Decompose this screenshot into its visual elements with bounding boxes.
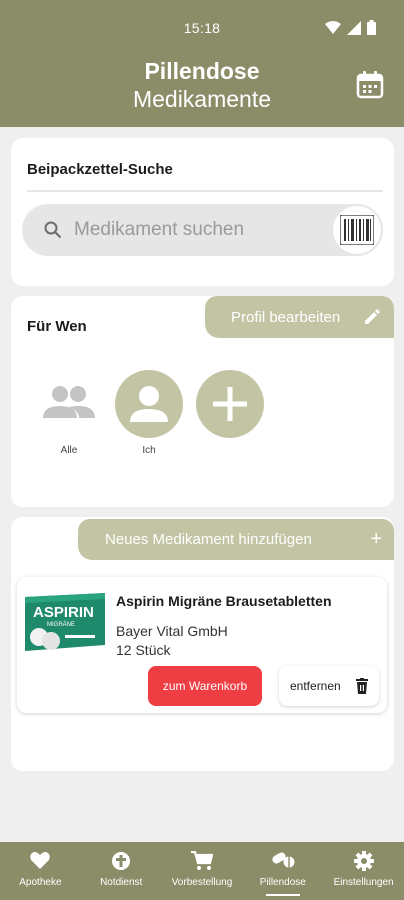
nav-label-apotheke: Apotheke	[19, 877, 62, 888]
calendar-button[interactable]	[355, 70, 385, 100]
nav-label-vorbestellung: Vorbestellung	[171, 877, 233, 888]
header-titles: Pillendose Medikamente	[0, 57, 404, 113]
nav-item-vorbestellung[interactable]: Vorbestellung	[162, 842, 243, 900]
nav-label-notdienst: Notdienst	[100, 877, 143, 888]
profile-label-all: Alle	[60, 445, 78, 456]
search-section-title: Beipackzettel-Suche	[27, 161, 173, 178]
profile-all[interactable]	[35, 370, 103, 438]
profile-me[interactable]	[115, 370, 183, 438]
medication-quantity: 12 Stück	[116, 642, 171, 658]
nav-item-einstellungen[interactable]: Einstellungen	[323, 842, 404, 900]
medication-image-brand: ASPIRIN	[33, 604, 94, 621]
pills-icon	[272, 852, 295, 868]
battery-icon	[367, 20, 376, 35]
search-input[interactable]	[74, 217, 294, 243]
app-header: 15:18 Pillendose Medikamente	[0, 0, 404, 127]
page-title: Pillendose	[144, 58, 260, 84]
cart-icon	[190, 851, 213, 870]
remove-label: entfernen	[290, 679, 341, 693]
nav-item-notdienst[interactable]: Notdienst	[81, 842, 162, 900]
emergency-icon	[112, 852, 131, 870]
remove-button[interactable]: entfernen	[279, 666, 379, 706]
add-to-cart-button[interactable]: zum Warenkorb	[148, 666, 262, 706]
barcode-scan-button[interactable]	[333, 206, 381, 254]
add-profile-button[interactable]	[196, 370, 264, 438]
person-icon	[130, 386, 168, 422]
search-card: Beipackzettel-Suche	[11, 138, 394, 286]
add-medication-button[interactable]: Neues Medikament hinzufügen +	[78, 519, 394, 560]
divider	[27, 190, 383, 192]
status-icons	[325, 20, 376, 35]
search-bar[interactable]	[22, 204, 383, 256]
medication-image: ASPIRIN MIGRÄNE	[25, 593, 105, 651]
plus-icon	[213, 387, 247, 421]
nav-item-apotheke[interactable]: Apotheke	[0, 842, 81, 900]
medication-name: Aspirin Migräne Brausetabletten	[116, 593, 332, 609]
heart-icon	[30, 852, 51, 869]
bottom-navigation: Apotheke Notdienst Vorbestellung Pillend…	[0, 842, 404, 900]
group-icon	[43, 386, 95, 418]
nav-label-pillendose: Pillendose	[259, 877, 306, 888]
edit-profile-label: Profil bearbeiten	[231, 308, 341, 326]
barcode-icon	[340, 215, 374, 245]
page-subtitle: Medikamente	[132, 86, 272, 112]
medication-item[interactable]: ASPIRIN MIGRÄNE Aspirin Migräne Brauseta…	[17, 577, 387, 713]
gear-icon	[353, 851, 374, 871]
nav-label-einstellungen: Einstellungen	[333, 877, 394, 888]
search-icon	[44, 221, 62, 239]
medication-manufacturer: Bayer Vital GmbH	[116, 623, 228, 639]
nav-item-pillendose[interactable]: Pillendose	[242, 842, 323, 900]
medication-card: Neues Medikament hinzufügen + ASPIRIN MI…	[11, 517, 394, 771]
trash-icon	[356, 678, 368, 694]
medication-image-sub: MIGRÄNE	[47, 621, 75, 628]
nav-active-indicator	[266, 894, 301, 896]
add-plus-icon: +	[370, 528, 382, 550]
signal-icon	[347, 20, 361, 35]
profile-section-title: Für Wen	[27, 318, 87, 335]
status-bar: 15:18	[0, 0, 404, 56]
add-medication-label: Neues Medikament hinzufügen	[105, 531, 312, 548]
profile-label-me: Ich	[142, 445, 156, 456]
profile-card: Profil bearbeiten Für Wen Alle Ich	[11, 296, 394, 507]
wifi-icon	[325, 20, 341, 34]
edit-profile-button[interactable]: Profil bearbeiten	[205, 296, 394, 338]
calendar-icon	[356, 71, 384, 99]
pencil-icon	[365, 309, 380, 324]
